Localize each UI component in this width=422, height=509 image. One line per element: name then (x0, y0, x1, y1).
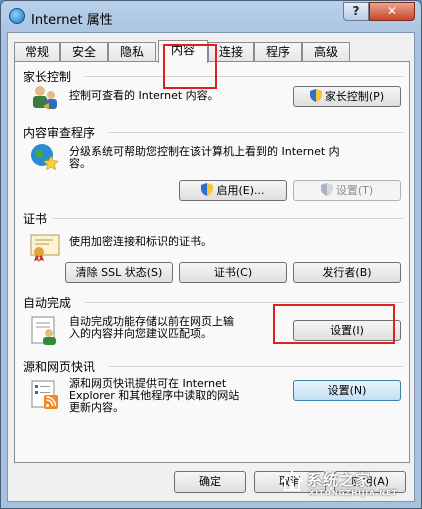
certificates-title: 证书 (23, 212, 48, 226)
section-divider (85, 302, 403, 303)
tab-connections[interactable]: 连接 (208, 42, 254, 62)
parental-control-icon (33, 86, 57, 110)
site-watermark: 系统之家 XITONGZHIJIA.NET (281, 467, 417, 505)
parental-controls-button[interactable]: 家长控制(P) (293, 86, 401, 107)
tab-advanced[interactable]: 高级 (302, 42, 350, 62)
feeds-settings-button[interactable]: 设置(N) (293, 380, 401, 401)
content-tab-panel: 家长控制 控制可查看的 Internet 内容。 家长控制(P) 内容审查程序 … (14, 44, 410, 463)
content-advisor-description-line2: 容。 (69, 157, 91, 170)
content-advisor-enable-button[interactable]: 启用(E)... (179, 180, 287, 201)
content-advisor-enable-label: 启用(E)... (216, 184, 265, 197)
certificates-button[interactable]: 证书(C) (179, 262, 287, 283)
window-title: Internet 属性 (31, 13, 113, 28)
help-button[interactable]: ? (343, 2, 369, 21)
uac-shield-icon (309, 89, 322, 102)
section-divider (109, 132, 403, 133)
section-divider (53, 218, 403, 219)
content-advisor-description-line1: 分级系统可帮助您控制在该计算机上看到的 Internet 内 (69, 145, 340, 158)
section-divider (109, 366, 403, 367)
certificates-description: 使用加密连接和标识的证书。 (69, 235, 212, 248)
title-bar[interactable]: Internet 属性 ? ✕ (1, 1, 421, 33)
tab-strip: 常规 安全 隐私 内容 连接 程序 高级 (14, 40, 410, 63)
certificate-icon (30, 234, 60, 262)
tab-content[interactable]: 内容 (158, 40, 208, 63)
feeds-title: 源和网页快讯 (23, 360, 96, 374)
uac-shield-icon (201, 183, 214, 196)
tab-programs[interactable]: 程序 (254, 42, 302, 62)
feeds-description-line3: 更新内容。 (69, 401, 124, 414)
uac-shield-icon (320, 183, 333, 196)
house-logo-icon (281, 470, 303, 491)
certificates-section: 证书 使用加密连接和标识的证书。 清除 SSL 状态(S) 证书(C) 发行者(… (23, 210, 403, 286)
content-advisor-settings-button[interactable]: 设置(T) (293, 180, 401, 201)
internet-options-window: Internet 属性 ? ✕ 常规 安全 隐私 内容 连接 程序 高级 家长控… (0, 0, 422, 509)
autocomplete-icon (31, 316, 56, 345)
feeds-section: 源和网页快讯 源和网页快讯提供可在 Internet Explorer 和其他程… (23, 358, 403, 434)
autocomplete-settings-button[interactable]: 设置(I) (293, 320, 401, 341)
tab-general[interactable]: 常规 (14, 42, 60, 62)
parental-controls-description: 控制可查看的 Internet 内容。 (69, 89, 219, 102)
parental-controls-button-label: 家长控制(P) (324, 90, 385, 103)
dialog-client-area: 常规 安全 隐私 内容 连接 程序 高级 家长控制 控制可查看的 Interne (7, 32, 415, 502)
section-divider (85, 76, 403, 77)
watermark-subtext: XITONGZHIJIA.NET (309, 489, 398, 497)
autocomplete-title: 自动完成 (23, 296, 72, 310)
internet-explorer-icon (9, 8, 25, 24)
content-advisor-title: 内容审查程序 (23, 126, 96, 140)
watermark-text: 系统之家 (307, 471, 372, 489)
content-advisor-icon (31, 144, 59, 171)
content-advisor-section: 内容审查程序 分级系统可帮助您控制在该计算机上看到的 Internet 内 容。… (23, 124, 403, 206)
tab-security[interactable]: 安全 (60, 42, 108, 62)
close-button[interactable]: ✕ (369, 2, 415, 21)
autocomplete-section: 自动完成 自动完成功能存储以前在网页上输 入的内容并向您建议匹配项。 设置(I) (23, 294, 403, 358)
content-advisor-settings-label: 设置(T) (335, 184, 374, 197)
autocomplete-description-line2: 入的内容并向您建议匹配项。 (69, 327, 212, 340)
tab-privacy[interactable]: 隐私 (108, 42, 156, 62)
ok-button[interactable]: 确定 (174, 471, 246, 493)
publishers-button[interactable]: 发行者(B) (293, 262, 401, 283)
feeds-icon (31, 380, 58, 409)
parental-controls-section: 家长控制 控制可查看的 Internet 内容。 家长控制(P) (23, 68, 403, 114)
clear-ssl-state-button[interactable]: 清除 SSL 状态(S) (65, 262, 173, 283)
